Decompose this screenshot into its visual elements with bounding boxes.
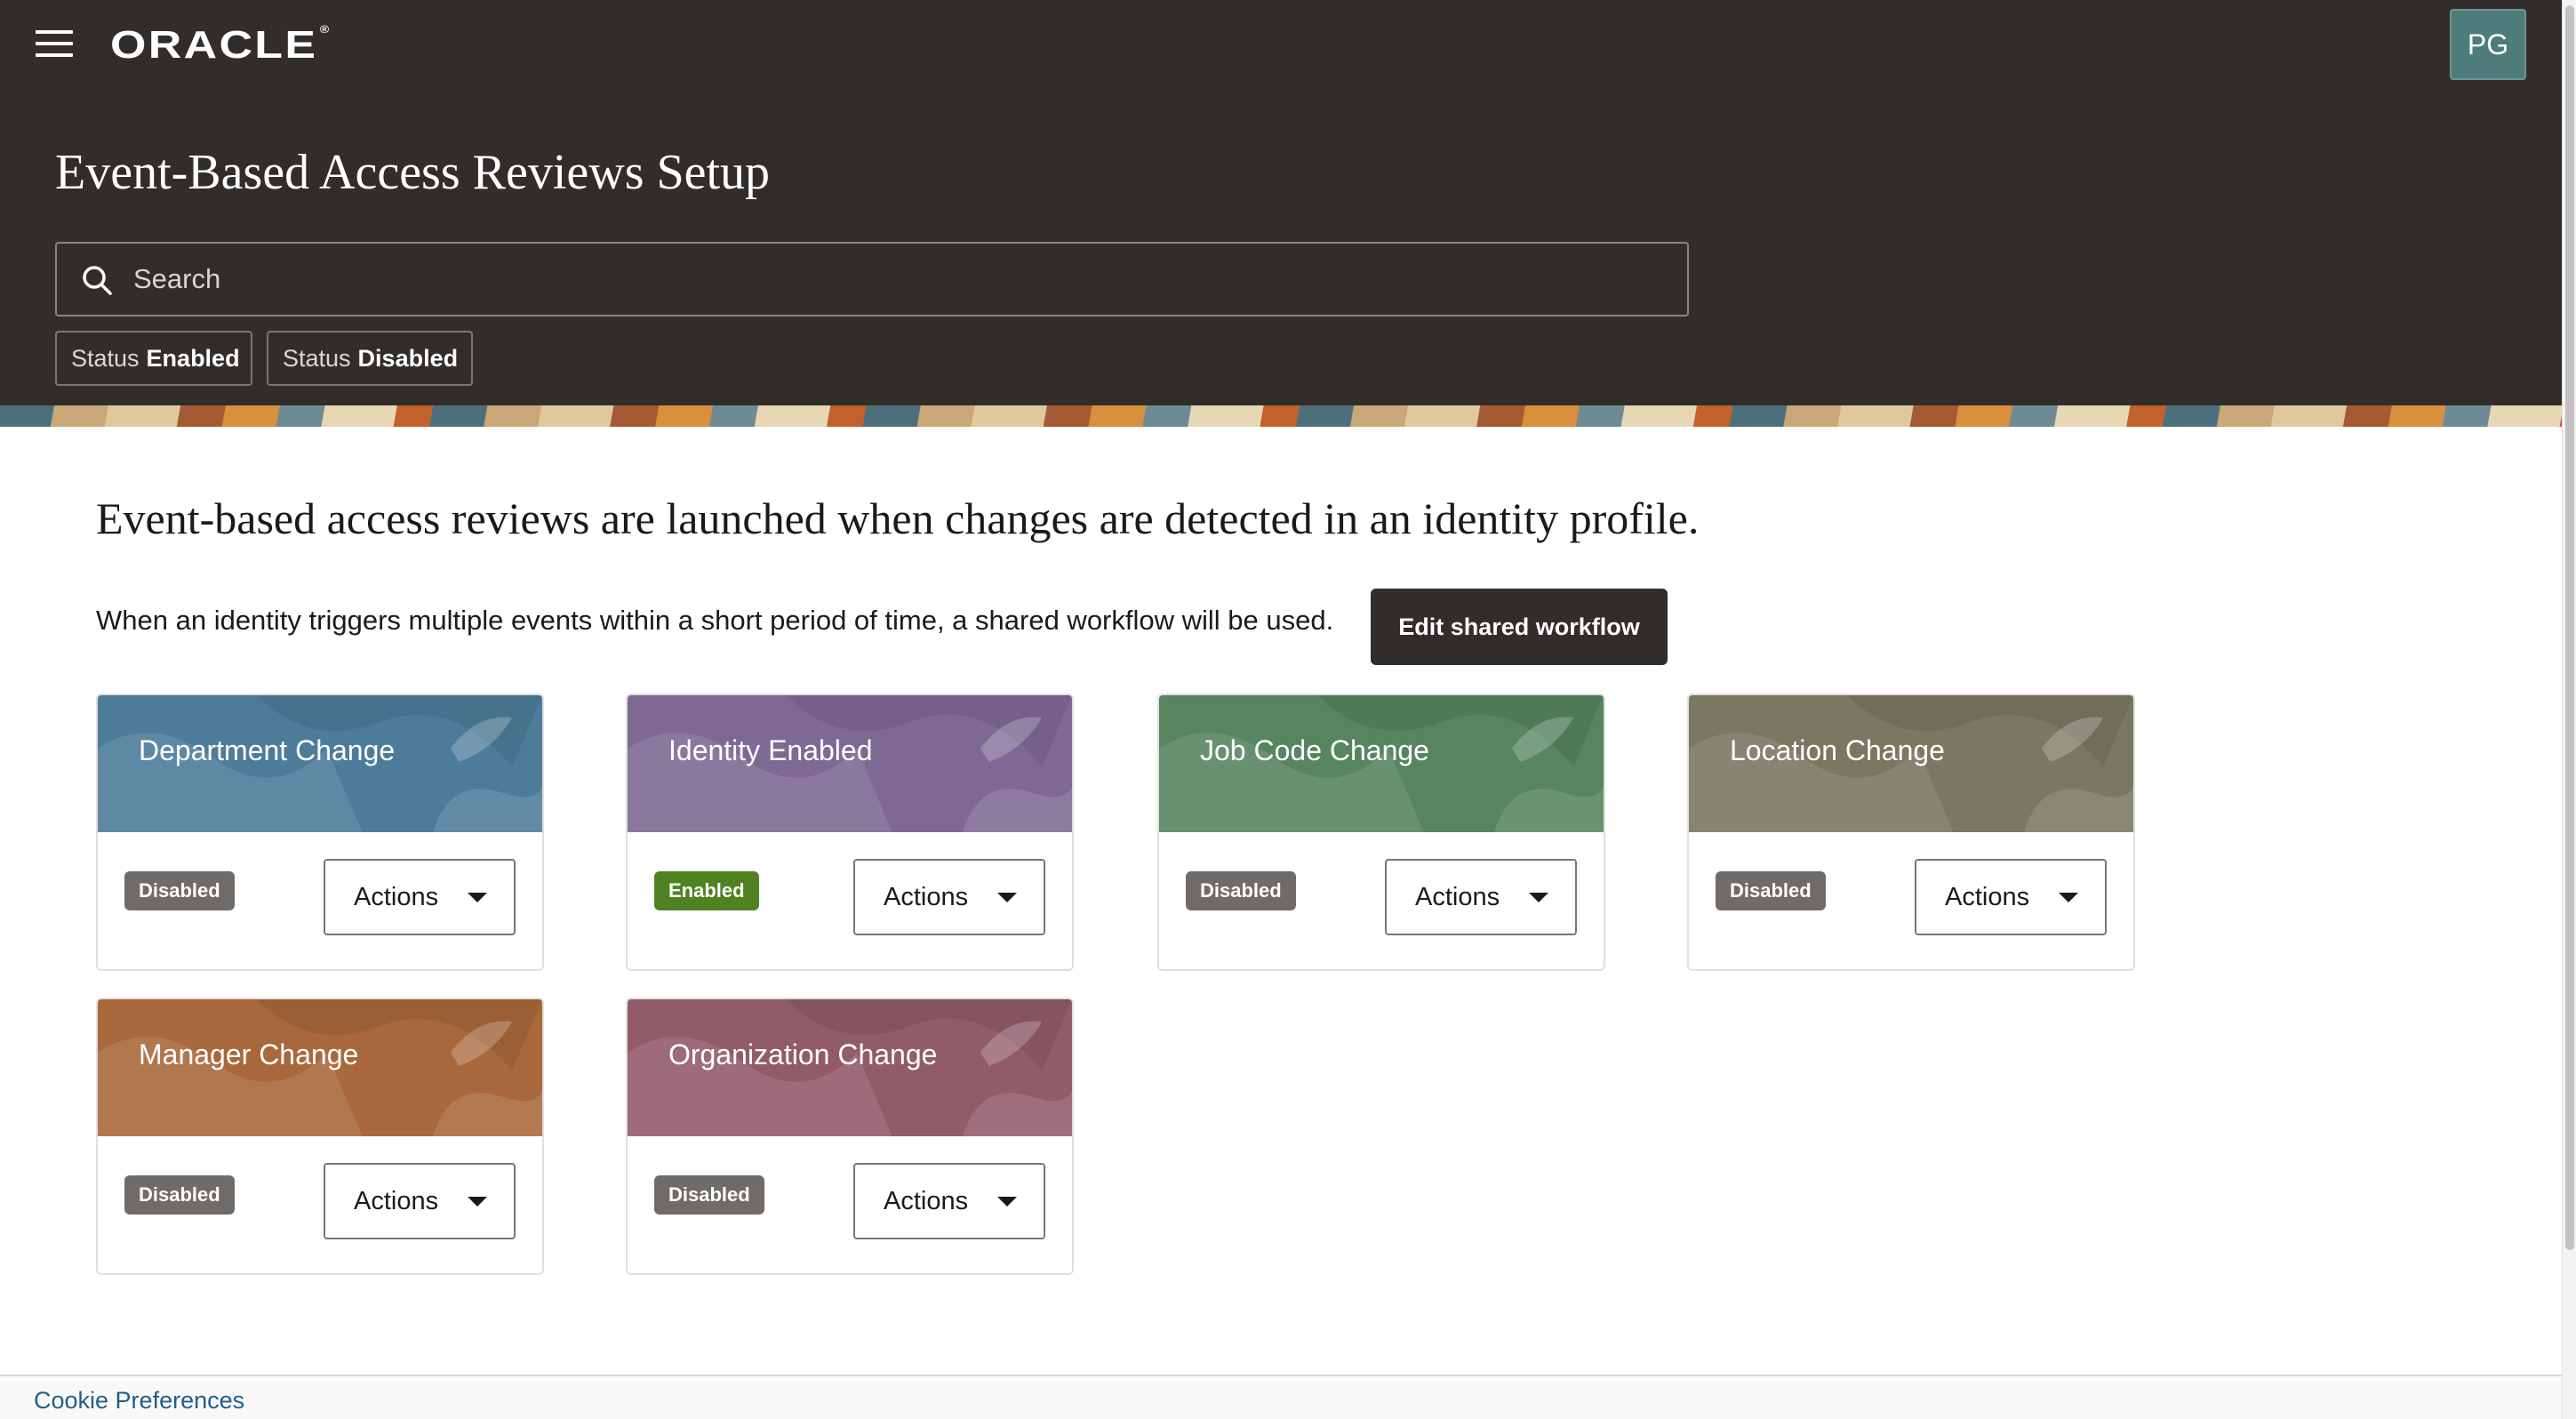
actions-button[interactable]: Actions — [324, 859, 516, 935]
caret-down-icon — [997, 1196, 1017, 1207]
intro-heading: Event-based access reviews are launched … — [96, 493, 1700, 543]
hamburger-menu-icon[interactable] — [36, 30, 75, 59]
actions-button[interactable]: Actions — [324, 1163, 516, 1239]
event-card-department-change: Department Change Disabled Actions — [96, 693, 544, 971]
actions-label: Actions — [1415, 882, 1500, 911]
card-title: Department Change — [139, 734, 396, 766]
decorative-banner — [0, 405, 2562, 427]
card-header: Job Code Change — [1159, 695, 1604, 832]
user-avatar[interactable]: PG — [2450, 9, 2526, 80]
card-header: Department Change — [98, 695, 542, 832]
vertical-scrollbar[interactable] — [2562, 0, 2576, 1419]
shared-workflow-description: When an identity triggers multiple event… — [96, 605, 1334, 636]
search-box[interactable] — [55, 242, 1689, 317]
app-header: ORACLE ® PG Event-Based Access Reviews Se… — [0, 0, 2562, 427]
filter-label: Status — [71, 344, 140, 372]
status-badge: Enabled — [654, 871, 759, 910]
caret-down-icon — [468, 1196, 487, 1207]
event-card-location-change: Location Change Disabled Actions — [1687, 693, 2135, 971]
filter-value: Enabled — [146, 344, 240, 372]
card-title: Manager Change — [139, 1038, 359, 1070]
edit-shared-workflow-button[interactable]: Edit shared workflow — [1371, 589, 1668, 665]
card-title: Identity Enabled — [668, 734, 873, 766]
search-input[interactable] — [132, 254, 1643, 304]
actions-button[interactable]: Actions — [1915, 859, 2107, 935]
actions-button[interactable]: Actions — [853, 1163, 1045, 1239]
card-header: Location Change — [1689, 695, 2133, 832]
page-footer: Cookie Preferences — [0, 1375, 2562, 1419]
scrollbar-thumb[interactable] — [2565, 5, 2574, 1250]
actions-button[interactable]: Actions — [853, 859, 1045, 935]
card-header: Manager Change — [98, 999, 542, 1136]
caret-down-icon — [1529, 892, 1548, 902]
page-title: Event-Based Access Reviews Setup — [55, 145, 771, 200]
filter-value: Disabled — [357, 344, 459, 372]
card-title: Location Change — [1730, 734, 1945, 766]
actions-button[interactable]: Actions — [1385, 859, 1577, 935]
status-badge: Disabled — [124, 1175, 235, 1215]
filter-label: Status — [283, 344, 351, 372]
status-badge: Disabled — [124, 871, 235, 910]
card-title: Organization Change — [668, 1038, 938, 1070]
status-badge: Disabled — [654, 1175, 764, 1215]
event-card-organization-change: Organization Change Disabled Actions — [626, 998, 1074, 1275]
actions-label: Actions — [1945, 882, 2030, 911]
cookie-preferences-link[interactable]: Cookie Preferences — [34, 1387, 244, 1415]
actions-label: Actions — [884, 882, 969, 911]
search-icon — [83, 266, 112, 295]
status-badge: Disabled — [1186, 871, 1296, 910]
actions-label: Actions — [354, 882, 439, 911]
caret-down-icon — [468, 892, 487, 902]
card-header: Organization Change — [628, 999, 1072, 1136]
actions-label: Actions — [354, 1186, 439, 1215]
oracle-logo[interactable]: ORACLE ® — [110, 23, 332, 68]
filter-status-disabled[interactable]: Status Disabled — [267, 331, 473, 386]
event-card-identity-enabled: Identity Enabled Enabled Actions — [626, 693, 1074, 971]
event-card-manager-change: Manager Change Disabled Actions — [96, 998, 544, 1275]
status-badge: Disabled — [1716, 871, 1826, 910]
actions-label: Actions — [884, 1186, 969, 1215]
caret-down-icon — [2059, 892, 2078, 902]
card-header: Identity Enabled — [628, 695, 1072, 832]
event-card-job-code-change: Job Code Change Disabled Actions — [1157, 693, 1605, 971]
card-title: Job Code Change — [1200, 734, 1429, 766]
filter-status-enabled[interactable]: Status Enabled — [55, 331, 252, 386]
caret-down-icon — [997, 892, 1017, 902]
